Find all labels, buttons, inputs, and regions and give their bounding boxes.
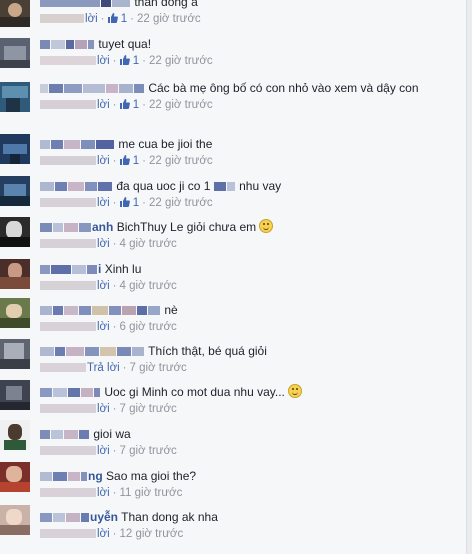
reply-link[interactable]: Trả lời — [87, 362, 120, 374]
thumbs-up-icon — [119, 99, 130, 109]
comment-meta: lời · 4 giờ trước — [40, 279, 177, 293]
comment-text: Uoc gi Minh co mot dua nhu vay... — [104, 385, 285, 399]
timestamp[interactable]: 22 giờ trước — [149, 99, 213, 111]
like-count[interactable]: 1 — [119, 197, 139, 209]
timestamp[interactable]: 22 giờ trước — [137, 13, 201, 25]
timestamp[interactable]: 12 giờ trước — [120, 528, 184, 540]
comment-meta: lời · 6 giờ trước — [40, 320, 177, 334]
comment-meta: lời · 7 giờ trước — [40, 402, 177, 416]
reply-link[interactable]: lời — [97, 321, 110, 333]
timestamp[interactable]: 22 giờ trước — [149, 55, 213, 67]
avatar[interactable] — [0, 217, 30, 247]
comment-line: me cua be jioi the — [40, 136, 212, 152]
avatar[interactable] — [0, 38, 30, 68]
comment-text: Sao ma gioi the? — [106, 469, 197, 483]
comment-text: tuyet qua! — [98, 37, 152, 51]
thumbs-up-icon — [107, 13, 118, 23]
smiley-emoji-icon — [288, 384, 303, 398]
reply-link[interactable]: lời — [97, 99, 110, 111]
timestamp[interactable]: 11 giờ trước — [120, 487, 183, 499]
timestamp[interactable]: 4 giờ trước — [120, 238, 177, 250]
comment-meta: lời · 1 · 22 giờ trước — [40, 54, 213, 68]
thumbs-up-icon — [119, 197, 130, 207]
avatar[interactable] — [0, 420, 30, 450]
like-count[interactable]: 1 — [107, 13, 127, 25]
like-count[interactable]: 1 — [119, 155, 139, 167]
comment-line: gioi wa — [40, 426, 131, 442]
reply-link[interactable]: lời — [97, 445, 110, 457]
comment-meta: lời · 7 giờ trước — [40, 444, 177, 458]
comment-text: Thích thật, bé quá giỏi — [148, 344, 267, 358]
comment-meta: lời · 4 giờ trước — [40, 237, 177, 251]
avatar[interactable] — [0, 259, 30, 289]
reply-link[interactable]: lời — [97, 487, 110, 499]
avatar[interactable] — [0, 462, 30, 492]
timestamp[interactable]: 7 giờ trước — [130, 362, 187, 374]
reply-link[interactable]: lời — [97, 403, 110, 415]
timestamp[interactable]: 6 giờ trước — [120, 321, 177, 333]
like-count[interactable]: 1 — [119, 99, 139, 111]
comment-line: thần đồng à — [40, 0, 198, 10]
comment-text-continued: nhu vay — [239, 179, 282, 193]
commenter-name[interactable]: i — [98, 262, 101, 276]
comment-line: uyễn Than dong ak nha — [40, 509, 218, 525]
comment-text: Các bà mẹ ông bố có con nhỏ vào xem và d… — [148, 81, 419, 95]
comment-line: ng Sao ma gioi the? — [40, 468, 196, 484]
reply-link[interactable]: lời — [97, 197, 110, 209]
avatar[interactable] — [0, 176, 30, 206]
like-count[interactable]: 1 — [119, 55, 139, 67]
comment-meta: lời · 1 · 22 giờ trước — [40, 98, 213, 112]
timestamp[interactable]: 4 giờ trước — [120, 280, 177, 292]
comment-text: thần đồng à — [134, 0, 198, 9]
comment-line: i Xinh lu — [40, 261, 141, 277]
comment-line: nè — [40, 302, 178, 318]
comment-line: Thích thật, bé quá giỏi — [40, 343, 267, 359]
timestamp[interactable]: 7 giờ trước — [120, 403, 177, 415]
timestamp[interactable]: 7 giờ trước — [120, 445, 177, 457]
comment-meta: Trả lời · 7 giờ trước — [40, 361, 187, 375]
avatar[interactable] — [0, 134, 30, 164]
comment-text: đa qua uoc ji co 1 — [116, 179, 211, 193]
smiley-emoji-icon — [259, 219, 274, 233]
avatar[interactable] — [0, 505, 30, 535]
comment-line: anh BichThuy Le giỏi chưa em — [40, 219, 274, 235]
comment-text: Than dong ak nha — [121, 510, 218, 524]
comment-text: me cua be jioi the — [118, 137, 213, 151]
reply-link[interactable]: lời — [97, 238, 110, 250]
commenter-name[interactable]: ng — [88, 469, 103, 483]
comment-meta: lời · 11 giờ trước — [40, 486, 182, 500]
avatar[interactable] — [0, 0, 30, 27]
avatar[interactable] — [0, 298, 30, 328]
comment-meta: lời · 1 · 22 giờ trước — [40, 196, 213, 210]
comment-meta: lời · 1 · 22 giờ trước — [40, 12, 201, 26]
avatar[interactable] — [0, 339, 30, 369]
comments-panel: thần đồng à lời · 1 · 22 giờ trước tuyet qu… — [0, 0, 467, 554]
blurred-name — [40, 0, 100, 8]
reply-link[interactable]: lời — [97, 528, 110, 540]
avatar[interactable] — [0, 82, 30, 112]
thumbs-up-icon — [119, 55, 130, 65]
timestamp[interactable]: 22 giờ trước — [149, 155, 213, 167]
reply-link[interactable]: lời — [85, 13, 98, 25]
reply-link[interactable]: lời — [97, 55, 110, 67]
comment-text: nè — [164, 303, 178, 317]
comment-line: tuyet qua! — [40, 36, 151, 52]
comment-text: BichThuy Le giỏi chưa em — [116, 220, 257, 234]
reply-link[interactable]: lời — [97, 155, 110, 167]
thumbs-up-icon — [119, 155, 130, 165]
comment-text: Xinh lu — [104, 262, 142, 276]
comment-line: đa qua uoc ji co 1 nhu vay — [40, 178, 281, 194]
avatar[interactable] — [0, 380, 30, 410]
comment-meta: lời · 12 giờ trước — [40, 527, 183, 541]
comment-line: Uoc gi Minh co mot dua nhu vay... — [40, 384, 303, 400]
reply-link[interactable]: lời — [97, 280, 110, 292]
comment-text: gioi wa — [93, 427, 131, 441]
comment-line: Các bà mẹ ông bố có con nhỏ vào xem và d… — [40, 80, 419, 96]
commenter-name[interactable]: anh — [92, 220, 113, 234]
commenter-name[interactable]: uyễn — [90, 510, 118, 524]
timestamp[interactable]: 22 giờ trước — [149, 197, 213, 209]
comment-meta: lời · 1 · 22 giờ trước — [40, 154, 213, 168]
